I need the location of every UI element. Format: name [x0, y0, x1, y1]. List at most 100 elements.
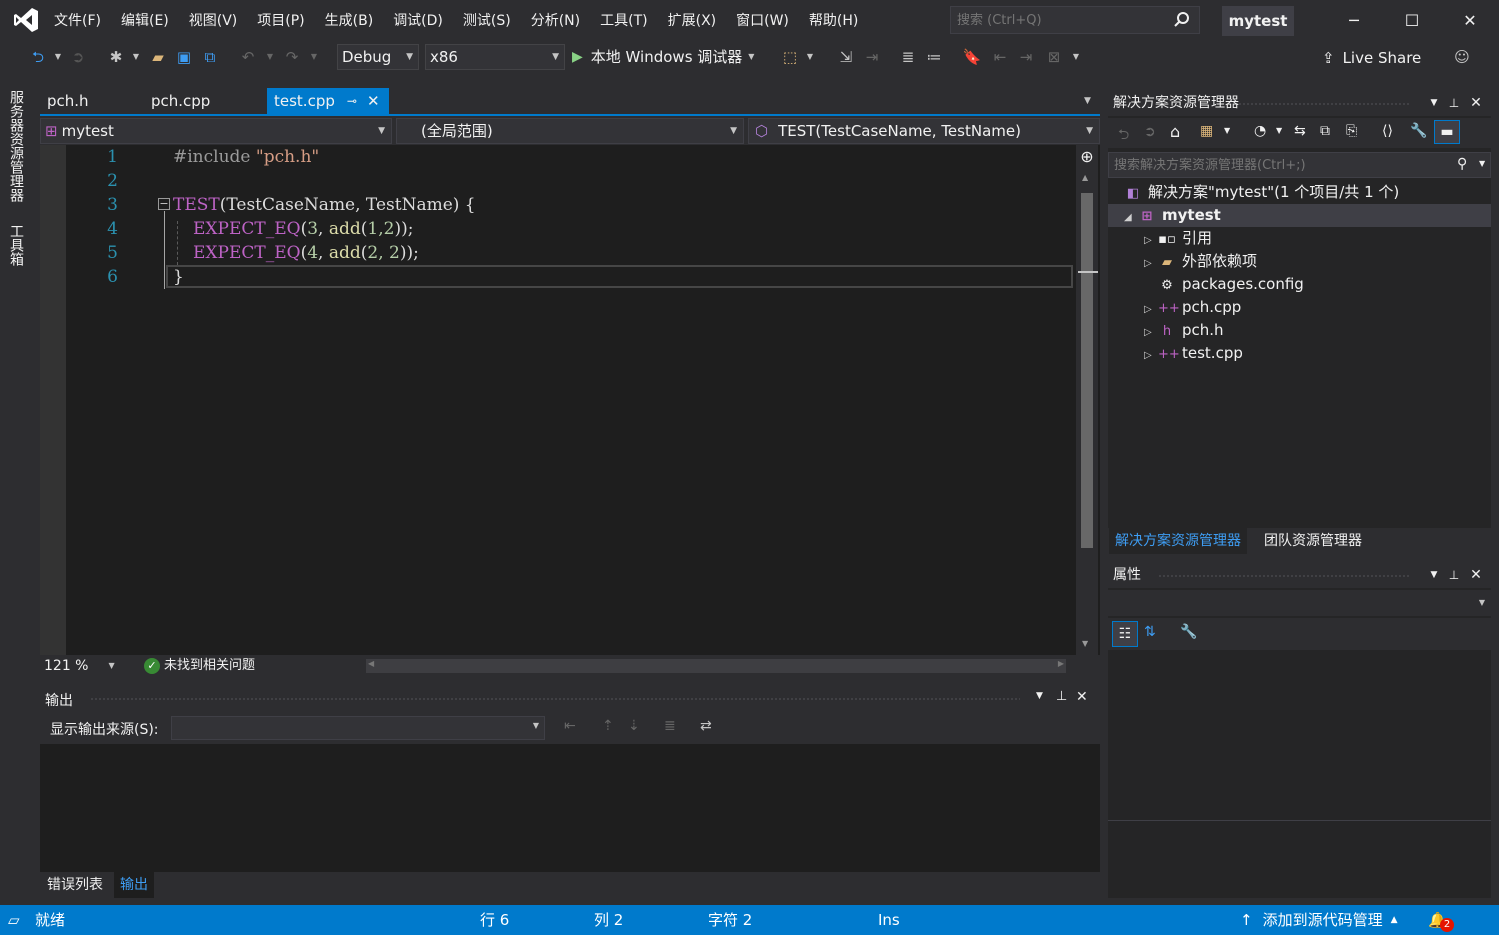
close-window-icon[interactable]: ✕ [1442, 6, 1498, 36]
project-scope-select[interactable]: ⊞ mytest ▼ [40, 118, 392, 144]
navigate-forward-icon[interactable]: ➲ [68, 47, 88, 67]
switch-views-dropdown-icon[interactable]: ▼ [1224, 126, 1230, 135]
preview-selected-items-icon[interactable]: ▬ [1434, 120, 1460, 144]
tab-list-dropdown-icon[interactable]: ▼ [1084, 96, 1091, 106]
split-editor-icon[interactable]: ⊕ [1079, 147, 1095, 166]
search-icon[interactable]: ⚲ [1457, 156, 1467, 172]
forward-icon[interactable]: ➲ [1144, 124, 1156, 140]
scroll-up-icon[interactable]: ▲ [1082, 173, 1088, 182]
sync-active-document-icon[interactable]: ⇆ [1294, 123, 1306, 139]
visual-studio-logo-icon[interactable] [12, 6, 40, 34]
property-pages-wrench-icon[interactable]: 🔧 [1180, 624, 1197, 640]
grip-dots[interactable] [90, 697, 1020, 701]
comment-lines-icon[interactable]: ≣ [898, 47, 918, 67]
redo-dropdown-icon[interactable]: ▼ [304, 47, 324, 67]
alphabetical-icon[interactable]: ⇅ [1144, 624, 1156, 640]
feedback-icon[interactable]: ☺ [1452, 47, 1472, 67]
next-bookmark-icon[interactable]: ⇥ [1016, 47, 1036, 67]
view-code-icon[interactable]: ⟨⟩ [1382, 123, 1393, 139]
new-dropdown-icon[interactable]: ▼ [126, 47, 146, 67]
server-explorer-tab[interactable]: 服务器资源管理器 [8, 90, 26, 202]
bookmark-icon[interactable]: 🔖 [962, 47, 982, 67]
properties-wrench-icon[interactable]: 🔧 [1410, 123, 1427, 139]
menu-build[interactable]: 生成(B) [315, 10, 384, 32]
menu-extensions[interactable]: 扩展(X) [658, 10, 727, 32]
step-over-icon[interactable]: ⇥ [862, 47, 882, 67]
window-position-dropdown-icon[interactable]: ▼ [1036, 691, 1043, 701]
next-message-icon[interactable]: ⇣ [628, 718, 640, 734]
save-icon[interactable]: ▣ [174, 47, 194, 67]
menu-analyze[interactable]: 分析(N) [521, 10, 590, 32]
home-icon[interactable]: ⌂ [1170, 122, 1180, 141]
tree-item[interactable]: ▷ ++ pch.cpp [1144, 296, 1241, 319]
scroll-right-icon[interactable]: ▶ [1058, 659, 1064, 668]
pin-icon[interactable]: ⊸ [347, 88, 357, 114]
auto-hide-pin-icon[interactable]: ⊥ [1056, 689, 1067, 704]
menu-project[interactable]: 项目(P) [247, 10, 314, 32]
search-icon[interactable] [1173, 11, 1191, 29]
back-icon[interactable]: ⮌ [1118, 124, 1129, 148]
expanded-arrow-icon[interactable]: ◢ [1124, 206, 1138, 229]
close-panel-icon[interactable]: ✕ [1467, 562, 1485, 588]
code-editor[interactable]: 1 2 3 4 5 6 − #include "pch.h" TEST(Test… [40, 145, 1100, 655]
clear-bookmarks-icon[interactable]: ⊠ [1044, 47, 1064, 67]
uncomment-lines-icon[interactable]: ≔ [924, 47, 944, 67]
menu-debug[interactable]: 调试(D) [383, 10, 453, 32]
add-to-source-control-button[interactable]: ↑ 添加到源代码管理 ▲ [1240, 905, 1398, 935]
scroll-left-icon[interactable]: ◀ [368, 659, 374, 668]
collapse-region-icon[interactable]: − [158, 198, 170, 210]
open-file-icon[interactable]: ▰ [148, 47, 168, 67]
properties-object-select[interactable]: ▼ [1108, 590, 1491, 616]
tree-item[interactable]: ⚙ packages.config [1144, 273, 1304, 296]
search-options-dropdown-icon[interactable]: ▼ [1479, 159, 1485, 168]
scrollbar-thumb[interactable] [1081, 193, 1093, 548]
find-message-icon[interactable]: ⇤ [564, 718, 576, 734]
prev-message-icon[interactable]: ⇡ [602, 718, 614, 734]
collapsed-arrow-icon[interactable]: ▷ [1144, 252, 1158, 275]
solution-configuration-select[interactable]: Debug ▼ [337, 44, 419, 70]
quick-launch-input[interactable] [951, 7, 1161, 33]
tab-pch-h[interactable]: pch.h [40, 88, 140, 114]
switch-views-icon[interactable]: ▦ [1200, 123, 1213, 139]
tree-item[interactable]: ▷ h pch.h [1144, 319, 1224, 342]
collapsed-arrow-icon[interactable]: ▷ [1144, 344, 1158, 367]
new-project-icon[interactable]: ✱ [106, 47, 126, 67]
output-source-select[interactable]: ▼ [171, 716, 545, 740]
browser-dropdown-icon[interactable]: ▼ [800, 47, 820, 67]
menu-help[interactable]: 帮助(H) [799, 10, 868, 32]
back-dropdown-icon[interactable]: ▼ [48, 47, 68, 67]
tab-error-list[interactable]: 错误列表 [41, 872, 109, 898]
start-debugging-button[interactable]: ▶ 本地 Windows 调试器 ▼ [572, 44, 754, 70]
menu-test[interactable]: 测试(S) [453, 10, 521, 32]
tree-item[interactable]: ▷ ▰ 外部依赖项 [1144, 250, 1257, 273]
vertical-scrollbar[interactable]: ⊕ ▲ ▼ [1076, 145, 1098, 655]
auto-hide-pin-icon[interactable]: ⊥ [1445, 562, 1463, 588]
menu-window[interactable]: 窗口(W) [726, 10, 799, 32]
grip-dots[interactable] [1238, 102, 1411, 106]
word-wrap-icon[interactable]: ⇄ [700, 718, 712, 734]
window-position-dropdown-icon[interactable]: ▼ [1425, 562, 1443, 588]
maximize-icon[interactable]: ☐ [1384, 6, 1440, 36]
categorized-icon[interactable]: ☷ [1112, 621, 1138, 647]
menu-view[interactable]: 视图(V) [179, 10, 248, 32]
close-tab-icon[interactable]: ✕ [367, 88, 380, 114]
menu-edit[interactable]: 编辑(E) [111, 10, 179, 32]
grip-dots[interactable] [1158, 574, 1411, 578]
collapsed-arrow-icon[interactable]: ▷ [1144, 298, 1158, 321]
solution-search-input[interactable] [1109, 153, 1439, 177]
zoom-select[interactable]: 121 % ▼ [40, 656, 116, 676]
tab-pch-cpp[interactable]: pch.cpp [144, 88, 260, 114]
tree-solution[interactable]: ◧ 解决方案"mytest"(1 个项目/共 1 个) [1124, 181, 1399, 204]
run-dropdown-icon[interactable]: ▼ [748, 44, 754, 70]
navigate-back-icon[interactable]: ⮌ [28, 47, 48, 67]
undo-dropdown-icon[interactable]: ▼ [260, 47, 280, 67]
window-position-dropdown-icon[interactable]: ▼ [1425, 90, 1443, 116]
output-window-icon[interactable]: ▱ [8, 905, 20, 935]
solution-platform-select[interactable]: x86 ▼ [425, 44, 565, 70]
tab-test-cpp[interactable]: test.cpp ⊸ ✕ [267, 88, 389, 114]
tree-item[interactable]: ▷ ++ test.cpp [1144, 342, 1243, 365]
minimize-icon[interactable]: ─ [1326, 6, 1382, 36]
browser-link-icon[interactable]: ⬚ [780, 47, 800, 67]
scroll-down-icon[interactable]: ▼ [1082, 639, 1088, 648]
auto-hide-pin-icon[interactable]: ⊥ [1445, 90, 1463, 116]
